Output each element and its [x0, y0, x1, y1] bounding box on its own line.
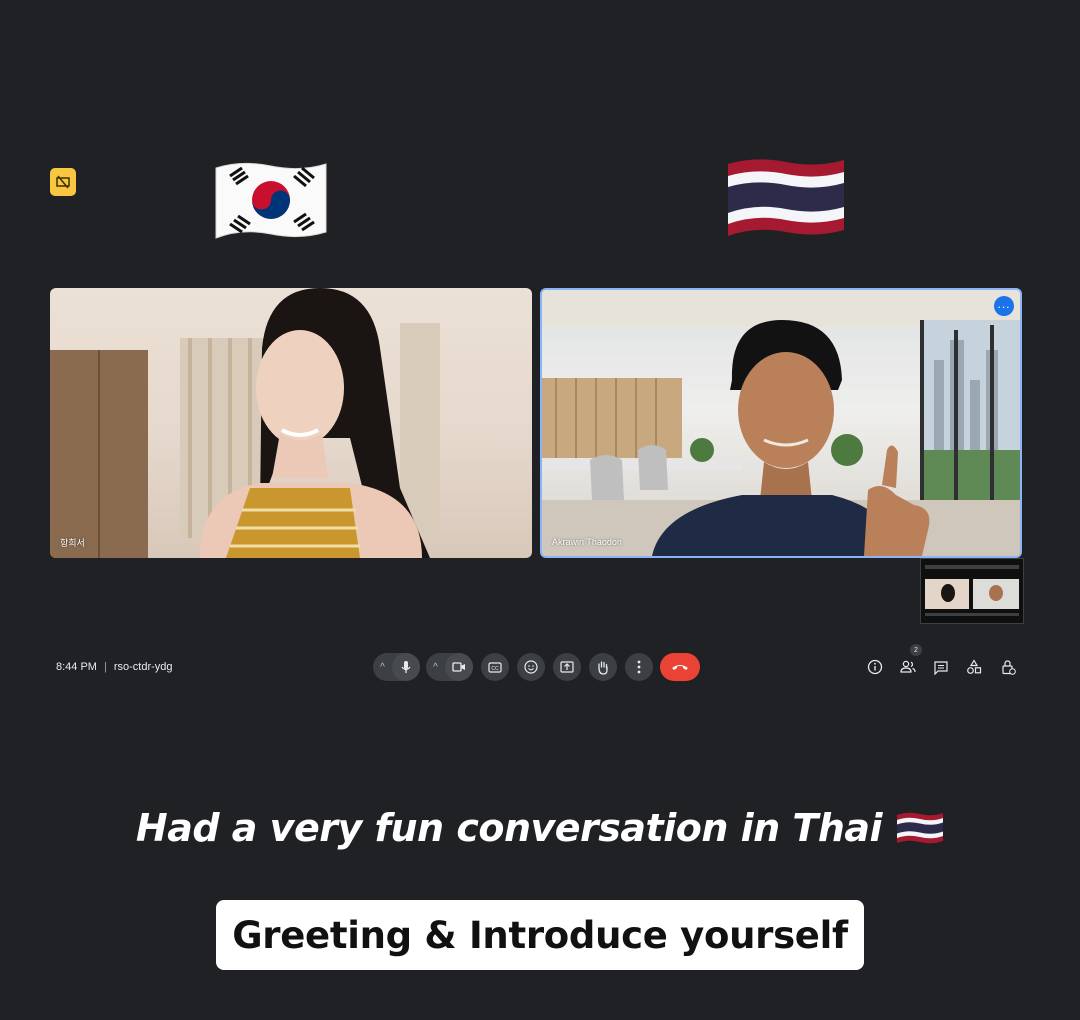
- meeting-details-button[interactable]: [865, 657, 885, 677]
- more-dots-icon: ...: [997, 296, 1011, 311]
- camera-off-icon: [56, 175, 70, 189]
- captions-icon: CC: [488, 661, 502, 673]
- participant-name-left: 항희서: [60, 538, 85, 548]
- host-controls-icon: [1002, 660, 1016, 675]
- topic-label: Greeting & Introduce yourself: [216, 900, 864, 970]
- svg-text:CC: CC: [491, 666, 499, 672]
- tile-more-options-button[interactable]: ...: [994, 296, 1014, 316]
- end-call-button[interactable]: [660, 653, 700, 681]
- info-icon: [867, 659, 883, 675]
- call-controls-bar: ^ ^ CC: [0, 653, 1080, 681]
- participant-video-left: [50, 288, 440, 558]
- people-button[interactable]: [898, 657, 918, 677]
- camera-off-badge: [50, 168, 76, 196]
- people-icon: [900, 660, 916, 673]
- participant-name-right: Akrawin Thaodon: [552, 537, 622, 547]
- present-icon: [560, 661, 574, 673]
- activities-icon: [967, 659, 982, 674]
- emoji-reaction-button[interactable]: [517, 653, 545, 681]
- participant-tile-left[interactable]: 항희서: [50, 288, 532, 558]
- mic-icon: [401, 661, 411, 673]
- more-options-icon: [637, 660, 641, 674]
- more-options-button[interactable]: [625, 653, 653, 681]
- camera-options-chevron-icon[interactable]: ^: [426, 662, 445, 673]
- raise-hand-icon: [598, 660, 608, 675]
- thailand-flag-small-icon: [897, 812, 944, 844]
- camera-button[interactable]: [445, 653, 473, 681]
- activities-button[interactable]: [964, 657, 984, 677]
- chat-button[interactable]: [931, 657, 951, 677]
- camera-control-group: ^: [426, 653, 473, 681]
- raise-hand-button[interactable]: [589, 653, 617, 681]
- self-view-preview: [925, 565, 1019, 616]
- camera-icon: [452, 662, 465, 672]
- captions-button[interactable]: CC: [481, 653, 509, 681]
- caption-text: Had a very fun conversation in Thai: [135, 806, 883, 850]
- chat-icon: [934, 660, 948, 675]
- south-korea-flag-icon: [212, 160, 330, 247]
- participant-video-right: [542, 290, 1020, 556]
- participant-tile-right[interactable]: ... Akrawin Thaodon: [540, 288, 1022, 558]
- mic-options-chevron-icon[interactable]: ^: [373, 662, 392, 673]
- story-caption: Had a very fun conversation in Thai: [0, 806, 1080, 850]
- topic-text: Greeting & Introduce yourself: [232, 913, 848, 957]
- host-controls-button[interactable]: [998, 657, 1018, 677]
- mic-control-group: ^: [373, 653, 420, 681]
- participant-count-badge: 2: [910, 644, 922, 656]
- thailand-flag-icon: [726, 156, 846, 247]
- mic-button[interactable]: [392, 653, 420, 681]
- emoji-icon: [524, 660, 538, 674]
- present-screen-button[interactable]: [553, 653, 581, 681]
- self-view-thumbnail[interactable]: [920, 558, 1024, 624]
- end-call-icon: [672, 665, 688, 670]
